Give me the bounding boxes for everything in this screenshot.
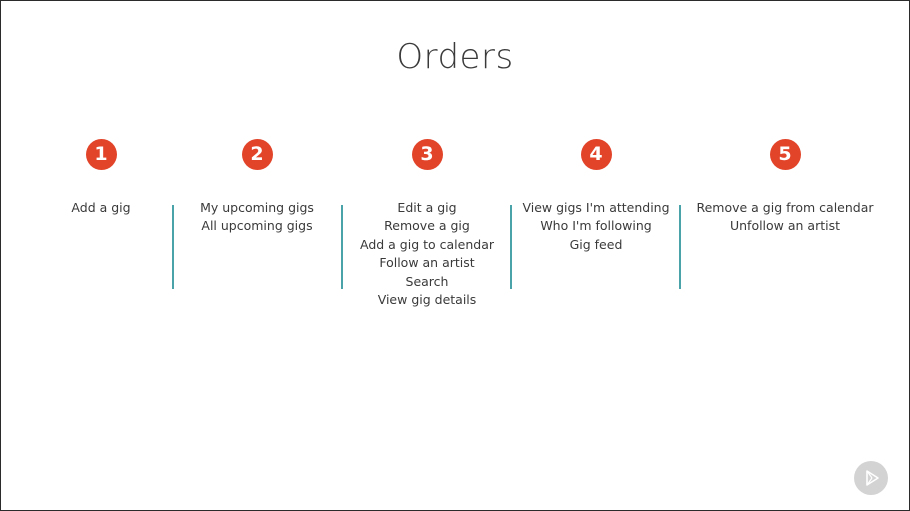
order-item-list-1: Add a gig [49, 199, 153, 217]
slide: Orders 1 Add a gig 2 My upcoming gigs Al… [0, 0, 910, 511]
slide-title: Orders [396, 37, 514, 77]
order-item: Remove a gig [384, 218, 470, 234]
order-item: View gigs I'm attending [522, 200, 670, 215]
order-column-3: 3 Edit a gig Remove a gig Add a gig to c… [353, 139, 501, 325]
order-item: View gig details [377, 292, 477, 308]
order-number-badge-4: 4 [580, 139, 612, 170]
order-item: Who I'm following [540, 218, 652, 234]
order-number-badge-2: 2 [241, 139, 273, 170]
order-item-list-3: Edit a gig Remove a gig Add a gig to cal… [353, 199, 501, 309]
order-item-list-5: Remove a gig from calendar Unfollow an a… [693, 199, 877, 236]
column-divider [172, 205, 174, 289]
order-number-badge-5: 5 [769, 139, 801, 170]
order-number-badge-1: 1 [85, 139, 117, 170]
order-item: Edit a gig [397, 200, 457, 215]
order-item: All upcoming gigs [201, 218, 313, 234]
order-item-list-4: View gigs I'm attending Who I'm followin… [517, 199, 675, 254]
order-column-4: 4 View gigs I'm attending Who I'm follow… [517, 139, 675, 270]
column-divider [679, 205, 681, 289]
column-divider [510, 205, 512, 289]
column-divider [341, 205, 343, 289]
order-item: My upcoming gigs [200, 200, 314, 215]
order-column-1: 1 Add a gig [49, 139, 153, 233]
order-item: Unfollow an artist [729, 218, 841, 234]
order-column-5: 5 Remove a gig from calendar Unfollow an… [693, 139, 877, 252]
order-item: Follow an artist [379, 255, 475, 271]
order-item: Add a gig [71, 200, 131, 215]
order-item: Gig feed [569, 236, 623, 252]
order-column-2: 2 My upcoming gigs All upcoming gigs [187, 139, 327, 252]
play-icon [866, 470, 879, 486]
order-number-badge-3: 3 [411, 139, 443, 170]
order-item: Search [405, 273, 449, 289]
order-item: Add a gig to calendar [360, 236, 494, 252]
order-item: Remove a gig from calendar [696, 200, 874, 215]
play-button[interactable] [854, 461, 888, 495]
order-item-list-2: My upcoming gigs All upcoming gigs [187, 199, 327, 236]
